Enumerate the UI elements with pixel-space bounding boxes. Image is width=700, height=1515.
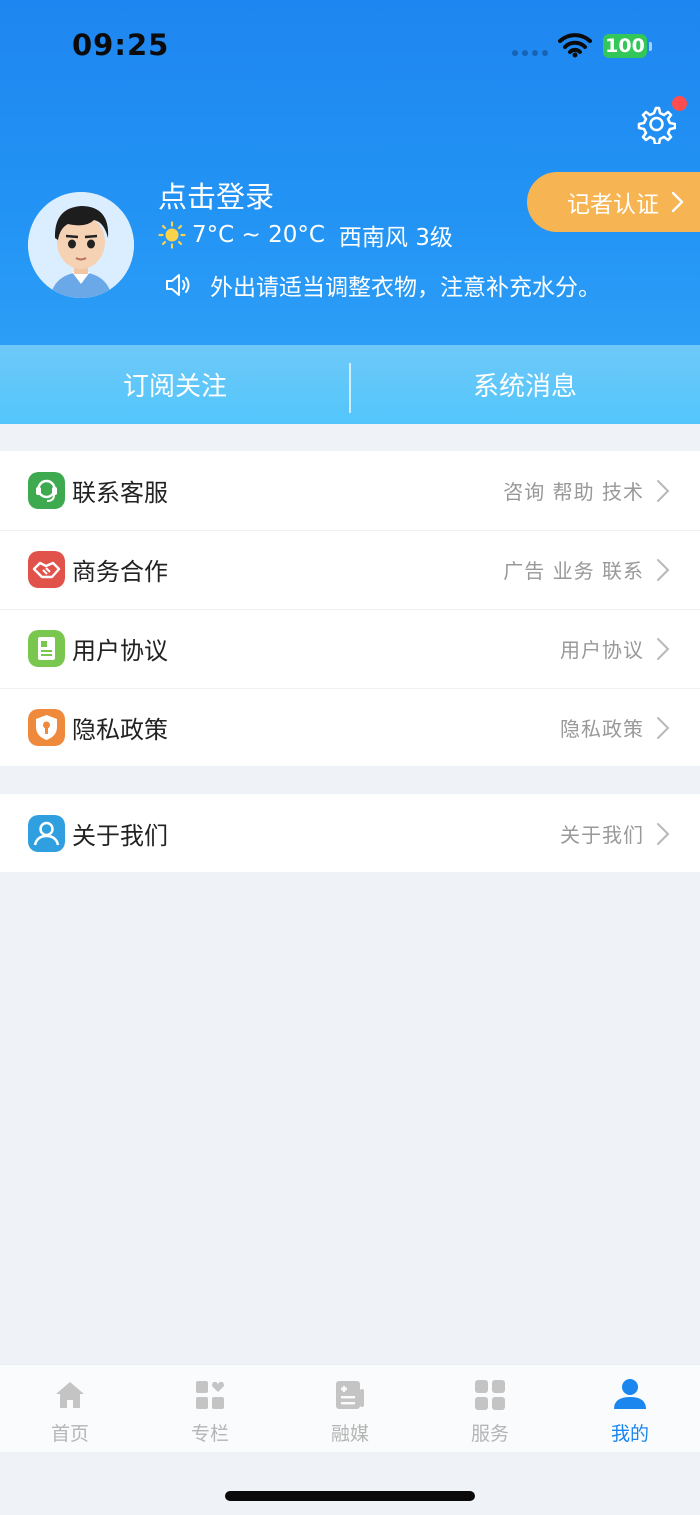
menu-group-services: 联系客服 咨询 帮助 技术 商务合作 广告 业务 联系 用户协议 用户协议 隐私… [0,451,700,766]
tab-divider [349,363,351,413]
sun-icon [158,221,186,249]
tab-label: 首页 [50,1423,89,1445]
home-icon [56,1382,84,1408]
news-icon [336,1381,364,1409]
menu-item-label: 隐私政策 [72,716,168,744]
chevron-right-icon [657,479,670,502]
tab-home[interactable]: 首页 [0,1365,140,1452]
speaker-icon [166,274,190,296]
handshake-icon [28,551,65,588]
battery-tip [649,42,652,51]
weather-temperature: 7°C ~ 20°C [192,222,325,248]
tab-label: 专栏 [190,1423,229,1445]
shield-icon [28,709,65,746]
menu-item-customer-service[interactable]: 联系客服 咨询 帮助 技术 [0,451,700,530]
menu-item-subtext: 咨询 帮助 技术 [503,480,644,504]
tab-system-messages[interactable]: 系统消息 [350,345,700,424]
avatar[interactable] [28,192,134,298]
chevron-right-icon [671,191,684,213]
weather-tip-text: 外出请适当调整衣物，注意补充水分。 [210,275,601,301]
weather-tip-row: 外出请适当调整衣物，注意补充水分。 [164,269,601,301]
menu-item-subtext: 关于我们 [560,823,644,847]
document-icon [28,630,65,667]
menu-item-label: 用户协议 [72,637,168,665]
profile-header: 09:25 100 点击登录 7°C ~ 20°C 西南风 3级 外出请适当调整… [0,0,700,345]
tab-columns[interactable]: 专栏 [140,1365,280,1452]
weather-wind: 西南风 3级 [338,225,453,251]
chevron-right-icon [657,637,670,660]
menu-item-label: 商务合作 [72,558,168,586]
tab-label: 服务 [470,1423,509,1445]
menu-item-subtext: 隐私政策 [560,717,644,741]
weather-row: 7°C ~ 20°C 西南风 3级 [158,220,453,251]
avatar-cartoon-icon [28,192,134,298]
login-prompt[interactable]: 点击登录 [158,174,274,216]
status-time: 09:25 [72,28,170,62]
menu-item-label: 联系客服 [72,479,168,507]
chevron-right-icon [657,558,670,581]
tab-services[interactable]: 服务 [420,1365,560,1452]
grid-icon [475,1380,505,1410]
settings-gear-icon[interactable] [636,104,676,144]
menu-item-label: 关于我们 [72,822,168,850]
tab-mine[interactable]: 我的 [560,1365,700,1452]
menu-group-about: 关于我们 关于我们 [0,794,700,872]
tab-subscriptions[interactable]: 订阅关注 [0,345,350,424]
battery-indicator: 100 [603,34,647,58]
menu-item-subtext: 广告 业务 联系 [503,559,644,583]
headset-icon [28,472,65,509]
columns-icon [196,1381,224,1409]
notification-badge [672,96,687,111]
home-indicator [225,1491,475,1501]
bottom-tab-bar: 首页 专栏 融媒 服务 我的 [0,1364,700,1452]
tab-label: 我的 [610,1423,649,1445]
profile-icon [614,1379,646,1409]
user-icon [28,815,65,852]
chevron-right-icon [657,822,670,845]
menu-item-subtext: 用户协议 [560,638,644,662]
menu-item-about-us[interactable]: 关于我们 关于我们 [0,794,700,873]
reporter-certification-button[interactable]: 记者认证 [527,172,700,232]
reporter-certification-label: 记者认证 [567,192,659,218]
menu-item-privacy-policy[interactable]: 隐私政策 隐私政策 [0,688,700,767]
chevron-right-icon [657,716,670,739]
menu-item-business-cooperation[interactable]: 商务合作 广告 业务 联系 [0,530,700,609]
tab-label: 融媒 [330,1423,369,1445]
status-bar: 09:25 100 [0,0,700,94]
cellular-signal-icon [512,50,548,58]
wifi-icon [558,33,592,58]
tab-media[interactable]: 融媒 [280,1365,420,1452]
menu-item-user-agreement[interactable]: 用户协议 用户协议 [0,609,700,688]
